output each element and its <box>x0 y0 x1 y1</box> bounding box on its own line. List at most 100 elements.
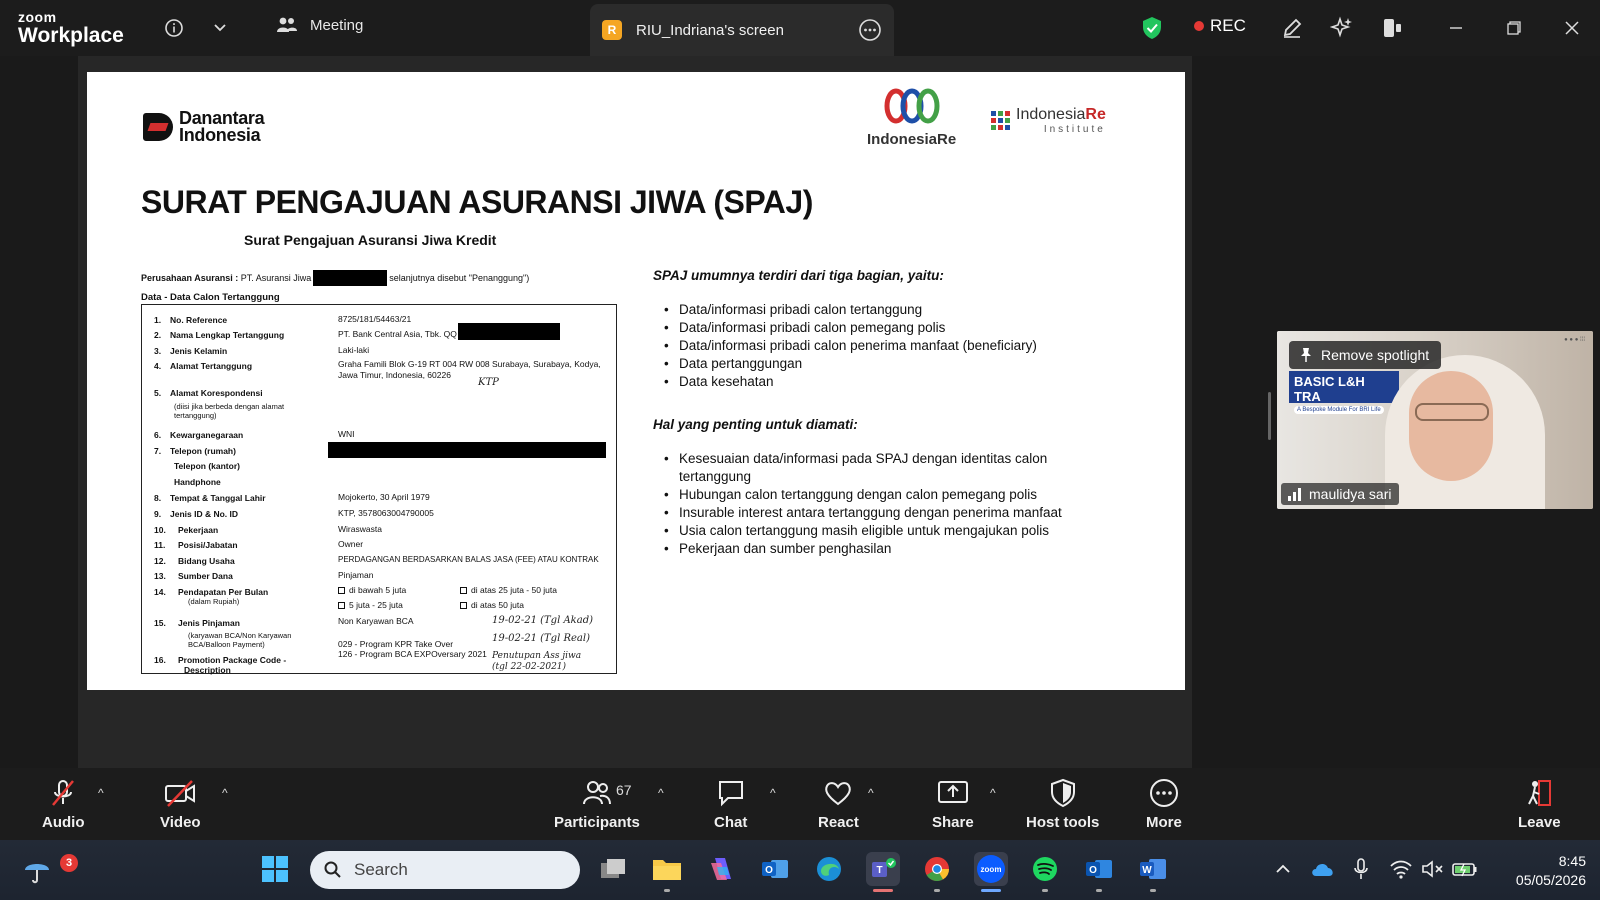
show-hidden-icons-chevron-icon[interactable] <box>1266 852 1300 886</box>
audio-button[interactable]: Audio <box>42 778 85 831</box>
taskbar-search-input[interactable]: Search <box>310 851 580 889</box>
more-dots-icon <box>1149 779 1178 807</box>
list-item: Data pertanggungan <box>653 355 1073 373</box>
income-option: 5 juta - 25 juta <box>338 600 403 610</box>
search-icon <box>324 861 341 878</box>
more-options-icon[interactable] <box>858 18 882 47</box>
title-bar: zoom Workplace Meeting R RIU_Indriana's … <box>0 0 1600 56</box>
zoom-app-icon[interactable]: zoom <box>974 852 1008 892</box>
outlook-new-icon[interactable]: O <box>1082 852 1116 892</box>
record-dot-icon <box>1194 21 1204 31</box>
training-banner: BASIC L&H TRA A Bespoke Module For BRI L… <box>1289 371 1399 414</box>
onedrive-cloud-icon[interactable] <box>1306 852 1340 886</box>
indonesiare-rings-icon <box>884 88 940 124</box>
info-icon[interactable] <box>160 14 188 42</box>
shared-screen-title: RIU_Indriana's screen <box>636 21 784 39</box>
leave-door-icon <box>1528 780 1552 806</box>
taskbar-clock[interactable]: 8:45 05/05/2026 <box>1486 852 1586 890</box>
data-heading: Data - Data Calon Tertanggung <box>141 292 280 303</box>
insurer-line: Perusahaan Asuransi : PT. Asuransi Jiwa … <box>141 270 529 286</box>
speaker-muted-icon[interactable] <box>1416 852 1450 886</box>
view-layout-icon[interactable] <box>1378 14 1406 42</box>
react-options-caret-icon[interactable]: ^ <box>868 786 874 800</box>
participants-count: 67 <box>616 782 632 798</box>
minimize-icon[interactable] <box>1442 14 1470 42</box>
share-options-caret-icon[interactable]: ^ <box>990 786 996 800</box>
section-heading: SPAJ umumnya terdiri dari tiga bagian, y… <box>653 268 944 283</box>
camera-off-icon <box>165 780 196 807</box>
income-option: di atas 25 juta - 50 juta <box>460 585 557 595</box>
edge-browser-icon[interactable] <box>812 852 846 886</box>
chat-options-caret-icon[interactable]: ^ <box>770 786 776 800</box>
leave-button[interactable]: Leave <box>1518 778 1561 831</box>
close-icon[interactable] <box>1558 14 1586 42</box>
windows-start-icon[interactable] <box>258 852 292 886</box>
handwritten-real: 19-02-21 (Tgl Real) <box>492 633 590 644</box>
outlook-icon[interactable]: O <box>758 852 792 886</box>
chat-button[interactable]: Chat <box>714 778 747 831</box>
participants-options-caret-icon[interactable]: ^ <box>658 786 664 800</box>
participant-video-tile[interactable]: ● ● ● ⁞⁞⁞ BASIC L&H TRA A Bespoke Module… <box>1277 331 1593 509</box>
shared-screen-tab[interactable]: R RIU_Indriana's screen <box>590 4 894 56</box>
participants-icon <box>582 781 611 805</box>
list-item: Data/informasi pribadi calon tertanggung <box>653 301 1073 319</box>
copilot-icon[interactable] <box>704 852 738 886</box>
video-options-caret-icon[interactable]: ^ <box>222 786 228 800</box>
chevron-down-icon[interactable] <box>206 14 234 42</box>
remove-spotlight-button[interactable]: Remove spotlight <box>1289 341 1442 369</box>
redacted-name <box>458 323 560 340</box>
mic-muted-icon <box>52 780 75 806</box>
presentation-slide: Danantara Indonesia IndonesiaRe Indonesi… <box>87 72 1185 690</box>
umbrella-icon <box>25 864 49 884</box>
ai-companion-icon[interactable] <box>1328 14 1356 42</box>
windows-taskbar: 3 Search O T zoom O W 8:45 05/05/2026 <box>0 840 1600 900</box>
handwritten-akad: 19-02-21 (Tgl Akad) <box>492 615 594 626</box>
chrome-icon[interactable] <box>920 852 954 892</box>
svg-text:W: W <box>1142 865 1152 876</box>
list-item: Insurable interest antara tertanggung de… <box>653 504 1073 522</box>
restore-icon[interactable] <box>1500 14 1528 42</box>
danantara-mark-icon <box>143 113 173 141</box>
battery-charging-icon[interactable] <box>1448 852 1482 886</box>
danantara-logo: Danantara Indonesia <box>143 109 275 144</box>
handwritten-ktp: KTP <box>478 377 499 388</box>
share-button[interactable]: Share <box>932 778 974 831</box>
security-shield-icon[interactable] <box>1138 14 1166 42</box>
annotate-pen-icon[interactable] <box>1278 14 1306 42</box>
list-item: Kesesuaian data/informasi pada SPAJ deng… <box>653 450 1073 486</box>
spaj-form: 1. No. Reference 8725/181/54463/21 2. Na… <box>141 304 617 675</box>
chat-bubble-icon <box>718 781 743 807</box>
indonesiare-logo: IndonesiaRe <box>867 88 956 148</box>
slide-title: SURAT PENGAJUAN ASURANSI JIWA (SPAJ) <box>141 184 813 220</box>
panel-resize-handle[interactable] <box>1268 392 1271 440</box>
svg-text:O: O <box>765 865 773 876</box>
handwritten-closing: Penutupan Ass jiwa <box>492 651 582 661</box>
recording-indicator[interactable]: REC <box>1194 16 1246 36</box>
list-item: Data/informasi pribadi calon penerima ma… <box>653 337 1073 355</box>
meeting-tab[interactable]: Meeting <box>276 16 363 34</box>
redacted-phone <box>328 442 606 458</box>
sharer-avatar: R <box>602 20 622 40</box>
wifi-icon[interactable] <box>1384 852 1418 886</box>
word-icon[interactable]: W <box>1136 852 1170 892</box>
list-item: Pekerjaan dan sumber penghasilan <box>653 540 1073 558</box>
checkbox-icon <box>338 587 345 595</box>
file-explorer-icon[interactable] <box>650 852 684 892</box>
react-button[interactable]: React <box>818 778 859 831</box>
host-tools-button[interactable]: Host tools <box>1026 778 1099 831</box>
task-view-icon[interactable] <box>596 852 630 886</box>
spaj-explanation: SPAJ umumnya terdiri dari tiga bagian, y… <box>653 268 1073 584</box>
teams-icon[interactable]: T <box>866 852 900 892</box>
audio-options-caret-icon[interactable]: ^ <box>98 786 104 800</box>
video-background-logos: ● ● ● ⁞⁞⁞ <box>1564 337 1585 343</box>
notification-badge: 3 <box>60 854 78 872</box>
more-button[interactable]: More <box>1146 778 1182 831</box>
microphone-icon[interactable] <box>1344 852 1378 886</box>
pin-off-icon <box>1301 348 1311 362</box>
important-points-list: Kesesuaian data/informasi pada SPAJ deng… <box>653 450 1073 558</box>
video-button[interactable]: Video <box>160 778 201 831</box>
weather-widget[interactable]: 3 <box>20 852 78 888</box>
participants-icon <box>277 17 297 32</box>
spotify-icon[interactable] <box>1028 852 1062 892</box>
svg-text:O: O <box>1089 865 1097 876</box>
